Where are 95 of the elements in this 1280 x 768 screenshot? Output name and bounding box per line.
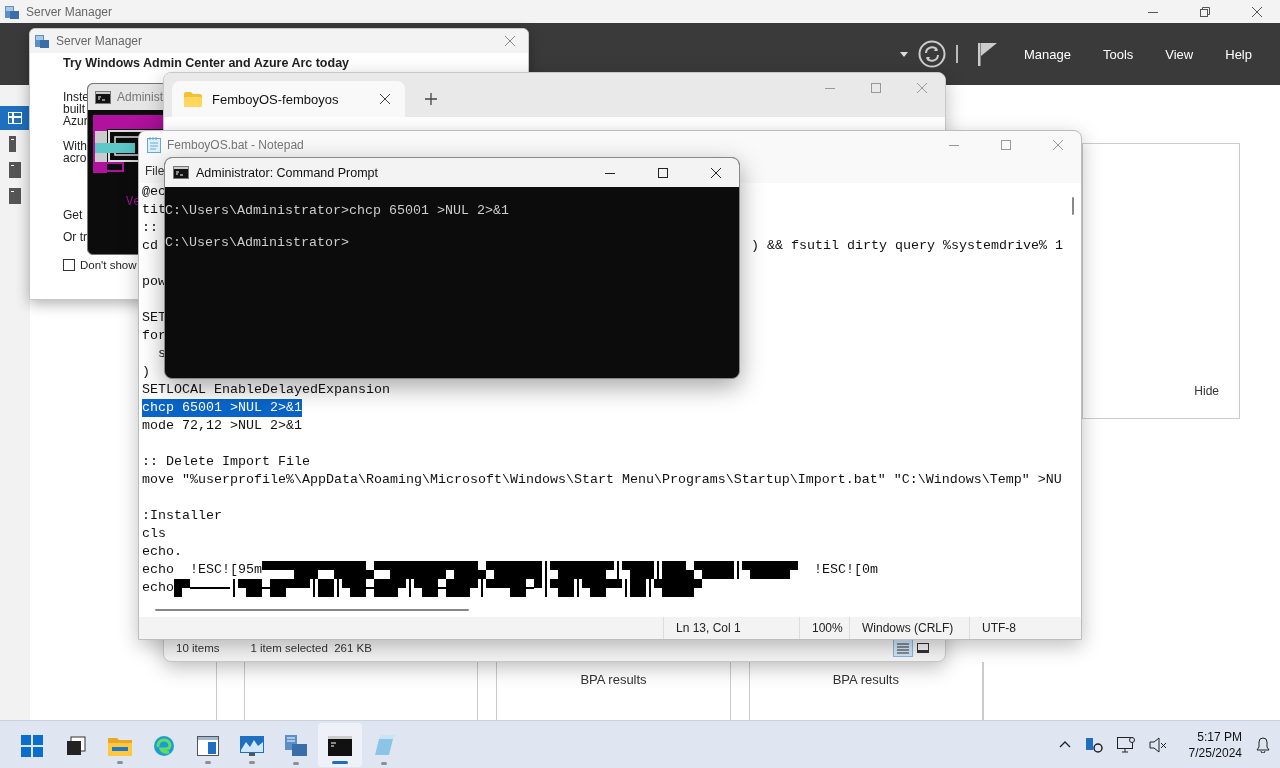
code-line: SETLOCAL EnableDelayedExpansion <box>142 381 390 399</box>
tile-title: BPA results <box>580 672 647 689</box>
code-line: :: <box>142 219 158 237</box>
dialog-text: With <box>63 140 87 152</box>
window-title: FemboyOS.bat - Notepad <box>167 138 304 152</box>
flag-icon <box>977 42 998 66</box>
code-line: :: Delete Import File <box>142 453 310 471</box>
clock-time: 5:17 PM <box>1197 728 1242 745</box>
maximize-icon <box>658 167 668 178</box>
maximize-icon <box>1001 140 1011 150</box>
code-line: cd <box>142 237 158 255</box>
close-icon <box>1053 140 1063 150</box>
code-line: move "%userprofile%\AppData\Roaming\Microsoft\Windows\Start Menu\Programs\Startup\Import.bat" "C:\Windows\Temp" >NU <box>142 471 1062 489</box>
server-icon <box>285 734 307 757</box>
code-line: echo <box>142 579 174 597</box>
speaker-muted-icon <box>1148 736 1167 753</box>
checkbox[interactable] <box>63 259 75 271</box>
folder-icon <box>108 735 132 756</box>
console-line: C:\Users\Administrator> <box>165 235 350 251</box>
dialog-text: Azur <box>63 115 88 127</box>
scrollbar-thumb[interactable] <box>155 609 469 611</box>
chevron-up-icon <box>1058 741 1071 748</box>
menu-item[interactable]: Help <box>1225 46 1252 62</box>
details-view-icon <box>897 642 909 654</box>
dialog-heading: Try Windows Admin Center and Azure Arc today <box>63 56 350 70</box>
dialog-text: acro <box>63 152 87 164</box>
close-icon <box>380 94 390 104</box>
tab-label: FemboyOS-femboyos <box>212 91 339 107</box>
code-line: ) <box>142 363 150 381</box>
dropdown-caret-icon <box>899 51 908 57</box>
monitor-icon <box>240 735 264 756</box>
clock-date: 7/25/2024 <box>1188 744 1242 761</box>
code-line: for <box>142 327 166 345</box>
code-line: SET <box>142 309 166 327</box>
grid-icon <box>8 112 22 124</box>
menu-item[interactable]: Tools <box>1102 46 1134 62</box>
menu-item[interactable]: Manage <box>1023 46 1071 62</box>
tile-title: BPA results <box>832 672 899 689</box>
close-icon <box>711 167 721 178</box>
dialog-text: Get <box>63 209 83 221</box>
menu-item[interactable]: View <box>1165 46 1194 62</box>
plus-icon <box>425 93 437 105</box>
window-title: Server Manager <box>26 4 113 19</box>
console-icon <box>95 90 111 104</box>
code-line: echo !ESC![95m <box>142 561 262 579</box>
server-group-icon <box>9 188 21 204</box>
dialog-text: Or tr <box>63 231 87 243</box>
status-text: UTF-8 <box>982 621 1016 635</box>
status-text: 100% <box>812 621 843 635</box>
scrollbar-thumb[interactable] <box>1072 197 1074 215</box>
window-icon <box>197 735 219 756</box>
refresh-icon <box>917 40 946 68</box>
menu-item[interactable]: File <box>145 164 165 178</box>
restore-icon <box>1200 6 1210 17</box>
status-text: Ln 13, Col 1 <box>676 621 741 635</box>
window-title: Administrator: Command Prompt <box>196 165 378 180</box>
network-icon <box>1084 736 1103 753</box>
hide-link[interactable]: Hide <box>1194 384 1219 398</box>
status-text: 1 item selected 261 KB <box>250 642 372 654</box>
close-icon <box>1252 6 1262 17</box>
code-line: @ec <box>142 183 166 201</box>
code-line: mode 72,12 >NUL 2>&1 <box>142 417 302 435</box>
code-line: tit <box>142 201 166 219</box>
close-icon <box>505 36 515 46</box>
notepad-icon <box>147 137 161 153</box>
maximize-icon <box>871 83 881 93</box>
console-line: C:\Users\Administrator>chcp 65001 >NUL 2>&1 <box>165 203 510 219</box>
folder-icon <box>184 91 202 107</box>
nav-item[interactable] <box>0 106 30 130</box>
notepad-icon <box>373 734 395 757</box>
window-title: Administ <box>117 90 163 104</box>
dialog-text: built <box>63 103 85 115</box>
code-line: ) && fsutil dirty query %systemdrive% 1 <box>751 237 1064 255</box>
code-line: !ESC![0m <box>814 561 878 579</box>
code-line: echo. <box>142 543 182 561</box>
windows-logo-icon <box>21 734 43 757</box>
server-manager-icon <box>4 3 20 20</box>
console-icon <box>173 166 189 179</box>
display-icon <box>1116 736 1135 753</box>
close-icon <box>917 83 927 93</box>
code-line: :Installer <box>142 507 222 525</box>
notification-icon <box>1256 736 1270 753</box>
code-line: cls <box>142 525 166 543</box>
task-view-icon <box>66 735 86 756</box>
tab[interactable]: FemboyOS-femboyos <box>172 81 405 117</box>
dialog-title: Server Manager <box>56 34 143 48</box>
taskbar-button[interactable] <box>318 722 362 767</box>
terminal-icon <box>328 735 352 756</box>
status-text: Windows (CRLF) <box>862 621 954 635</box>
servers-icon <box>9 162 21 178</box>
tiles-view-icon <box>917 642 929 654</box>
server-manager-icon <box>34 33 50 49</box>
checkbox-label: Don't show <box>80 259 137 271</box>
browser-icon <box>153 734 175 757</box>
status-text: 10 items <box>176 642 220 654</box>
